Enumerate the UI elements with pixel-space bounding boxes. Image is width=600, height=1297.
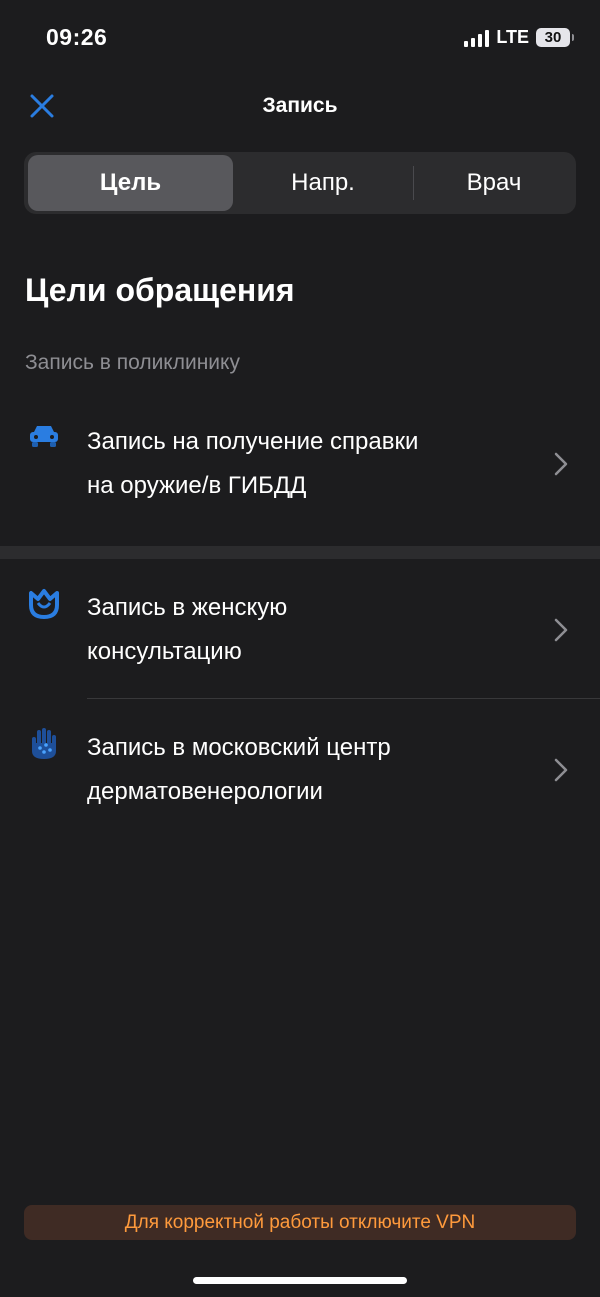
vpn-warning-banner: Для корректной работы отключите VPN xyxy=(24,1205,576,1240)
tab-referral[interactable]: Напр. xyxy=(233,155,413,211)
car-icon xyxy=(30,426,58,447)
nav-title: Запись xyxy=(262,94,338,117)
item-label: Запись в женскую консультацию xyxy=(87,594,288,665)
list-item-dermatology-center[interactable]: Запись в московский центр дерматовенерол… xyxy=(0,725,600,840)
tab-goal[interactable]: Цель xyxy=(28,155,233,211)
nav-bar: Запись xyxy=(0,76,600,136)
signal-icon xyxy=(464,29,490,47)
item-separator xyxy=(87,698,600,699)
status-indicators: LTE 30 xyxy=(464,27,574,48)
item-label: Запись в московский центр дерматовенерол… xyxy=(87,734,391,805)
hand-icon xyxy=(32,728,56,759)
status-bar: 09:26 LTE 30 xyxy=(0,0,600,76)
tab-doctor[interactable]: Врач xyxy=(414,155,574,211)
home-indicator[interactable] xyxy=(193,1277,407,1284)
section-label: Запись в поликлинику xyxy=(25,351,240,374)
vpn-warning-text: Для корректной работы отключите VPN xyxy=(124,1211,476,1233)
page-title: Цели обращения xyxy=(25,272,295,308)
item-label: Запись на получение справки на оружие/в … xyxy=(87,428,419,499)
group-separator xyxy=(0,546,600,559)
screen: 09:26 LTE 30 Запись Цель Напр. Врач Цели… xyxy=(0,0,600,1297)
network-label: LTE xyxy=(496,27,529,47)
chevron-right-icon xyxy=(554,618,568,642)
battery-level: 30 xyxy=(544,29,562,46)
chevron-right-icon xyxy=(554,758,568,782)
segmented-control: Цель Напр. Врач xyxy=(24,152,576,214)
chevron-right-icon xyxy=(554,452,568,476)
list-item-weapon-certificate[interactable]: Запись на получение справки на оружие/в … xyxy=(0,418,600,546)
battery-icon: 30 xyxy=(536,28,574,47)
tulip-icon xyxy=(29,589,59,619)
list-item-womens-consultation[interactable]: Запись в женскую консультацию xyxy=(0,585,600,698)
status-time: 09:26 xyxy=(46,24,108,50)
